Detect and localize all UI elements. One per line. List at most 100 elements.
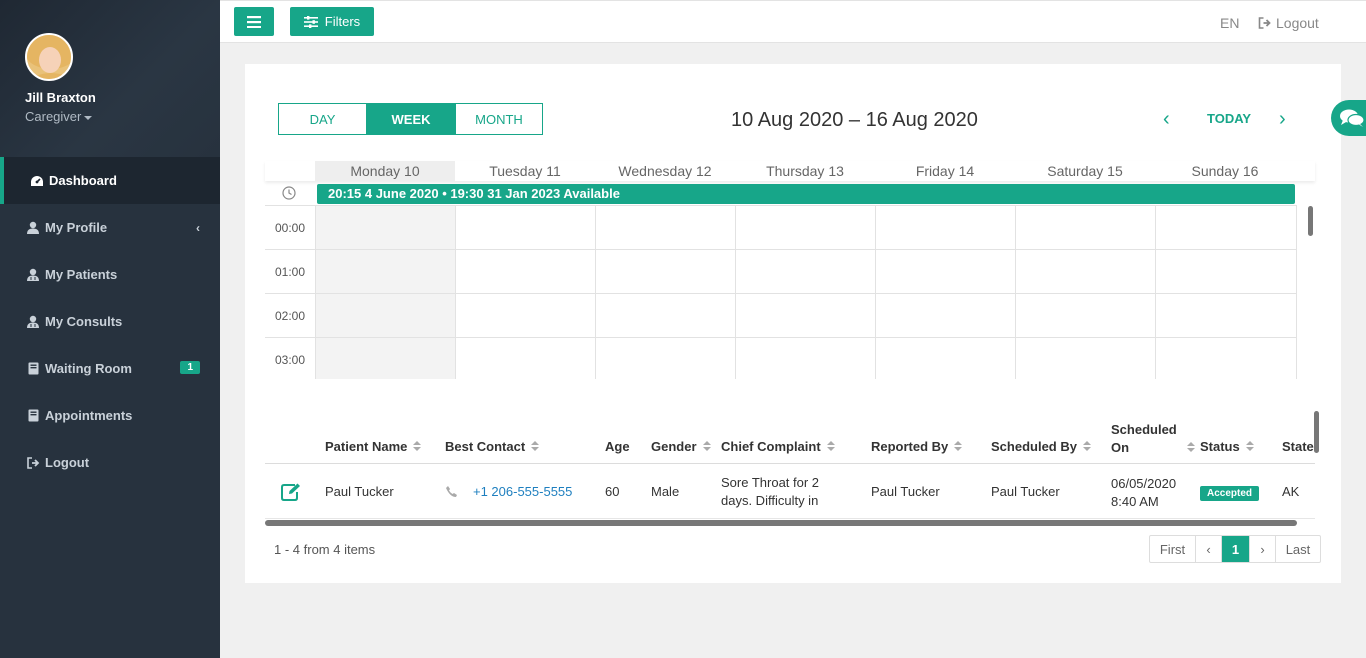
grid-divider	[875, 205, 876, 379]
column-header-best-contact[interactable]: Best Contact	[445, 439, 540, 454]
column-header-age[interactable]: Age	[605, 439, 630, 454]
book-icon	[26, 409, 40, 423]
view-week-button[interactable]: WEEK	[367, 104, 455, 134]
topbar-logout-link[interactable]: Logout	[1258, 15, 1319, 31]
contact-phone-link[interactable]: +1 206-555-5555	[473, 484, 572, 499]
column-label: Best Contact	[445, 439, 526, 454]
edit-icon[interactable]	[281, 483, 301, 501]
scheduled-date: 06/05/2020	[1111, 476, 1177, 491]
column-header-scheduled-by[interactable]: Scheduled By	[991, 439, 1091, 454]
sort-icon	[531, 441, 540, 452]
book-icon	[26, 362, 40, 376]
column-label: Reported By	[871, 439, 949, 454]
availability-event[interactable]: 20:15 4 June 2020 • 19:30 31 Jan 2023 Av…	[317, 184, 1295, 204]
column-header-gender[interactable]: Gender	[651, 439, 711, 454]
calendar-date-range: 10 Aug 2020 – 16 Aug 2020	[731, 109, 978, 131]
column-label: On	[1111, 440, 1130, 455]
page-number-button[interactable]: 1	[1222, 536, 1250, 562]
user-icon	[26, 221, 40, 235]
page-first-button[interactable]: First	[1150, 536, 1196, 562]
topbar: Filters EN Logout	[220, 0, 1366, 43]
sidebar-item-my-consults[interactable]: My Consults	[0, 298, 220, 345]
column-header-reported-by[interactable]: Reported By	[871, 439, 963, 454]
age-cell: 60	[605, 484, 620, 499]
sidebar-item-my-profile[interactable]: My Profile ‹	[0, 204, 220, 251]
sidebar-item-label: Dashboard	[49, 173, 117, 188]
chevron-right-icon[interactable]: ›	[1279, 108, 1286, 131]
user-name: Jill Braxton	[25, 90, 96, 105]
sort-icon	[413, 441, 422, 452]
time-grid: 00:00 01:00 02:00 03:00	[265, 205, 1297, 379]
sidebar-item-waiting-room[interactable]: Waiting Room 1	[0, 345, 220, 392]
table-vertical-scrollbar[interactable]	[1314, 411, 1319, 453]
hour-row[interactable]: 00:00	[265, 205, 1297, 249]
sidebar-item-appointments[interactable]: Appointments	[0, 392, 220, 439]
hour-row[interactable]: 03:00	[265, 337, 1297, 379]
sidebar-item-dashboard[interactable]: Dashboard	[0, 157, 220, 204]
column-header-chief-complaint[interactable]: Chief Complaint	[721, 439, 835, 454]
chief-complaint-cell: Sore Throat for 2 days. Difficulty in	[721, 474, 819, 510]
sidebar-item-my-patients[interactable]: My Patients	[0, 251, 220, 298]
logout-label: Logout	[1276, 15, 1319, 31]
language-selector[interactable]: EN	[1220, 15, 1239, 31]
user-md-icon	[26, 268, 40, 282]
calendar-scrollbar[interactable]	[1308, 206, 1313, 236]
page-prev-button[interactable]: ‹	[1196, 536, 1222, 562]
hour-label: 02:00	[275, 309, 306, 323]
column-header-patient-name[interactable]: Patient Name	[325, 439, 422, 454]
hour-label: 01:00	[275, 265, 306, 279]
bars-icon	[247, 15, 261, 28]
sort-icon	[702, 441, 711, 452]
status-badge: Accepted	[1200, 486, 1260, 501]
today-button[interactable]: TODAY	[1207, 111, 1251, 126]
view-month-button[interactable]: MONTH	[455, 104, 542, 134]
column-label: Age	[605, 439, 630, 454]
user-role-dropdown[interactable]: Caregiver	[25, 109, 93, 124]
chat-button[interactable]	[1331, 100, 1366, 136]
grid-divider	[595, 205, 596, 379]
scheduled-on-cell: 06/05/2020 8:40 AM	[1111, 475, 1176, 511]
grid-divider	[315, 205, 316, 379]
column-label: Status	[1200, 439, 1240, 454]
page-last-button[interactable]: Last	[1276, 536, 1320, 562]
filters-label: Filters	[324, 14, 361, 29]
sidebar-item-label: My Consults	[45, 314, 123, 329]
sidebar-item-label: Logout	[45, 455, 90, 470]
sidebar-item-logout[interactable]: Logout	[0, 439, 220, 486]
day-header: Sunday 16	[1191, 163, 1259, 179]
table-horizontal-scrollbar[interactable]	[265, 520, 1297, 526]
main-panel: DAY WEEK MONTH 10 Aug 2020 – 16 Aug 2020…	[245, 64, 1341, 583]
menu-toggle-button[interactable]	[234, 7, 274, 36]
comments-icon	[1340, 109, 1365, 127]
user-md-icon	[26, 315, 40, 329]
sliders-icon	[303, 15, 318, 28]
sign-out-icon	[1258, 17, 1271, 29]
column-label: Gender	[651, 439, 697, 454]
page-next-button[interactable]: ›	[1250, 536, 1276, 562]
sidebar: Jill Braxton Caregiver Dashboard My Prof…	[0, 0, 220, 658]
hour-row[interactable]: 02:00	[265, 293, 1297, 337]
pagination-summary: 1 - 4 from 4 items	[274, 542, 376, 557]
hour-label: 03:00	[275, 353, 306, 367]
user-role-label: Caregiver	[25, 109, 82, 124]
column-label: Scheduled By	[991, 439, 1077, 454]
view-day-button[interactable]: DAY	[279, 104, 367, 134]
column-header-scheduled-on[interactable]: Scheduled On	[1111, 421, 1197, 457]
hour-row[interactable]: 01:00	[265, 249, 1297, 293]
profile-block: Jill Braxton Caregiver	[0, 0, 220, 157]
day-header: Tuesday 11	[489, 163, 561, 179]
consults-table: Patient Name Best Contact Age Gender Chi…	[265, 406, 1319, 526]
column-header-status[interactable]: Status	[1200, 439, 1254, 454]
avatar[interactable]	[25, 33, 73, 81]
gender-cell: Male	[651, 484, 680, 499]
scheduled-by-cell: Paul Tucker	[991, 484, 1060, 499]
sort-icon	[1245, 441, 1254, 452]
column-header-state[interactable]: State	[1282, 439, 1314, 454]
patient-name-cell: Paul Tucker	[325, 484, 394, 499]
grid-divider	[1155, 205, 1156, 379]
grid-divider	[1015, 205, 1016, 379]
hour-label: 00:00	[275, 221, 306, 235]
filters-button[interactable]: Filters	[290, 7, 374, 36]
scheduled-time: 8:40 AM	[1111, 494, 1159, 509]
chevron-left-icon[interactable]: ‹	[1163, 108, 1170, 131]
